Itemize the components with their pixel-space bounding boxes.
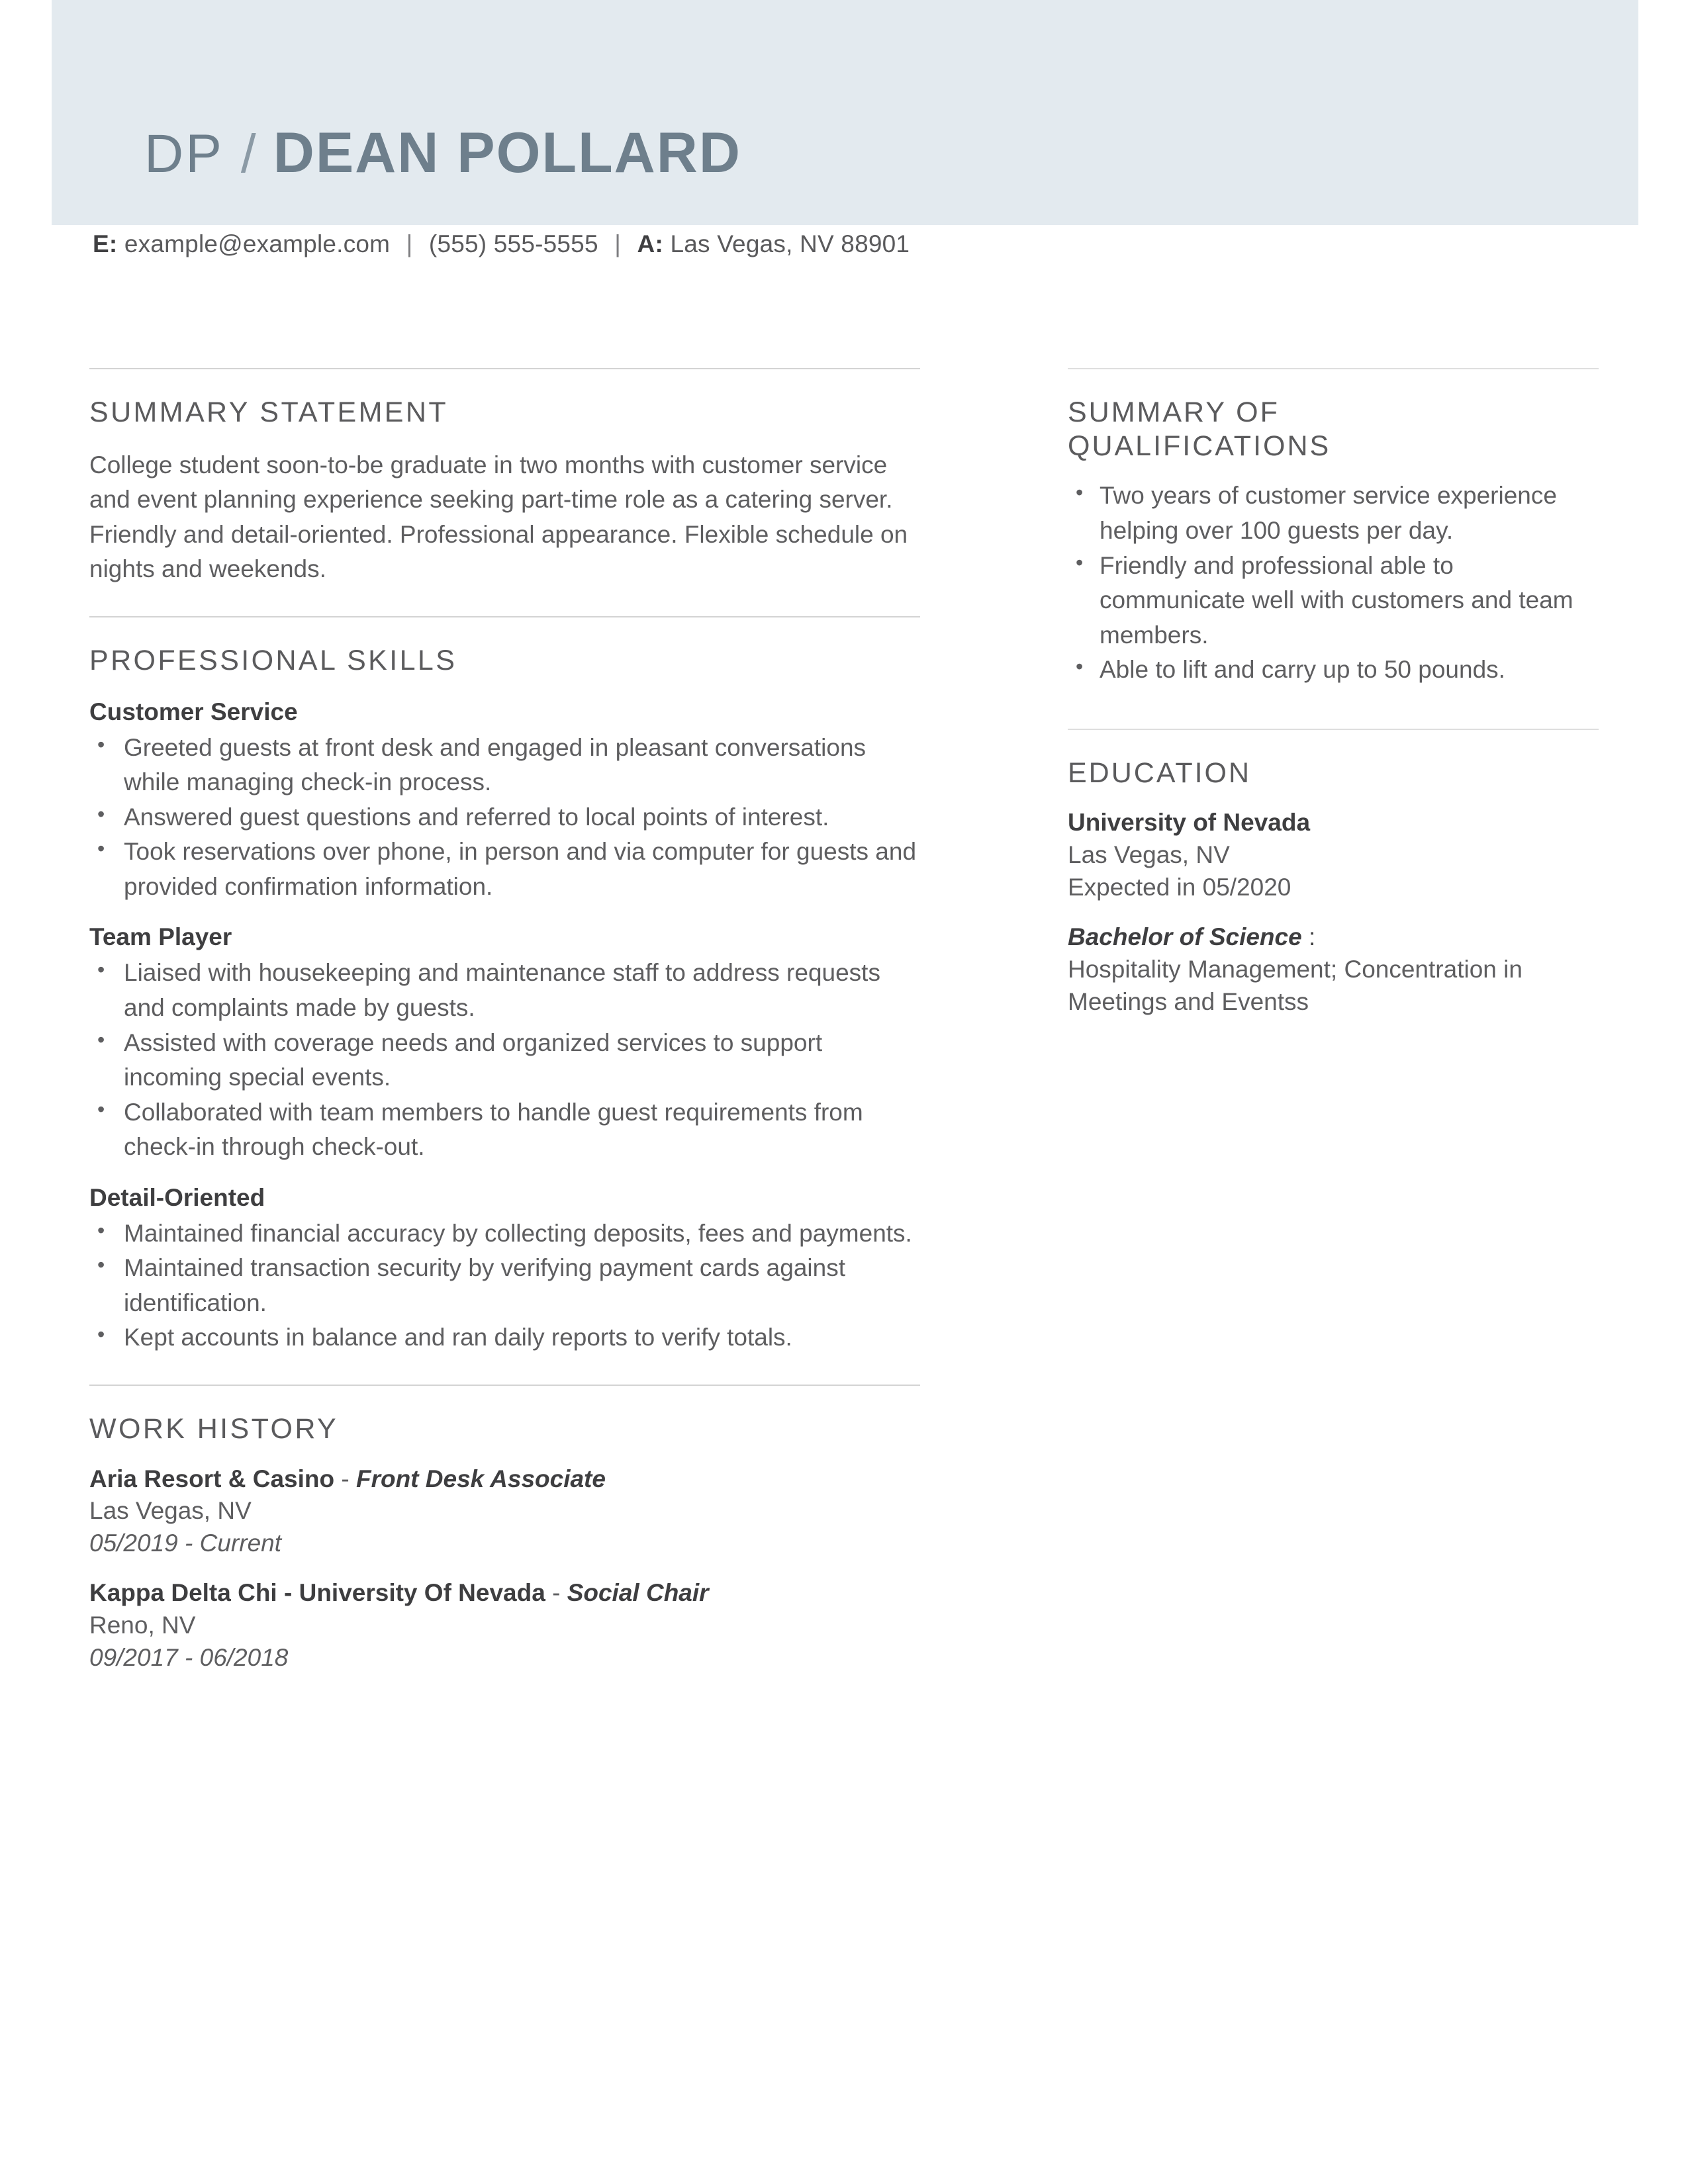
section-divider [89, 1384, 920, 1386]
list-item: Answered guest questions and referred to… [89, 799, 920, 835]
work-entry-title-line: Aria Resort & Casino - Front Desk Associ… [89, 1463, 920, 1496]
work-entry-role: Front Desk Associate [355, 1465, 606, 1492]
email-value[interactable]: example@example.com [124, 230, 390, 257]
section-summary-statement: SUMMARY STATEMENT College student soon-t… [89, 368, 920, 587]
education-entry: University of Nevada Las Vegas, NV Expec… [1068, 807, 1599, 1018]
education-expected-date: Expected in 05/2020 [1068, 874, 1291, 901]
contact-separator-1: | [406, 230, 413, 257]
list-item: Greeted guests at front desk and engaged… [89, 730, 920, 800]
address-value: Las Vegas, NV 88901 [670, 230, 910, 257]
work-entry-dash: - [545, 1579, 567, 1607]
section-heading-work-history: WORK HISTORY [89, 1412, 339, 1445]
list-item: Maintained financial accuracy by collect… [89, 1216, 920, 1251]
list-item: Collaborated with team members to handle… [89, 1095, 920, 1165]
list-item: Able to lift and carry up to 50 pounds. [1068, 652, 1599, 688]
address-label: A: [637, 230, 663, 257]
list-item: Took reservations over phone, in person … [89, 834, 920, 904]
list-item: Friendly and professional able to commun… [1068, 548, 1599, 653]
page-title: DEAN POLLARD [273, 121, 741, 185]
list-item: Maintained transaction security by verif… [89, 1250, 920, 1320]
work-history-entry: Aria Resort & Casino - Front Desk Associ… [89, 1463, 920, 1560]
work-entry-dates: 05/2019 - Current [89, 1529, 282, 1557]
section-heading-education: EDUCATION [1068, 756, 1252, 789]
section-professional-skills: PROFESSIONAL SKILLS Customer Service Gre… [89, 615, 920, 1355]
work-entry-dash: - [334, 1465, 356, 1492]
section-heading-summary-of-qualifications: SUMMARY OF QUALIFICATIONS [1068, 396, 1599, 463]
work-entry-location: Reno, NV [89, 1611, 196, 1639]
section-heading-professional-skills: PROFESSIONAL SKILLS [89, 644, 457, 676]
section-heading-summary-statement: SUMMARY STATEMENT [89, 396, 448, 428]
list-item: Two years of customer service experience… [1068, 478, 1599, 548]
email-label: E: [93, 230, 118, 257]
contact-separator-2: | [614, 230, 622, 257]
work-entry-role: Social Chair [567, 1579, 709, 1607]
name-separator-slash: / [240, 124, 256, 184]
section-work-history: WORK HISTORY Aria Resort & Casino - Fron… [89, 1384, 920, 1674]
name-block: DP / DEAN POLLARD [144, 124, 741, 181]
left-column: SUMMARY STATEMENT College student soon-t… [89, 368, 920, 1674]
list-item: Kept accounts in balance and ran daily r… [89, 1320, 920, 1355]
section-divider [1068, 728, 1599, 730]
summary-statement-text: College student soon-to-be graduate in t… [89, 451, 908, 583]
education-school: University of Nevada [1068, 809, 1311, 837]
skill-group-bullet-list: Maintained financial accuracy by collect… [89, 1216, 920, 1355]
list-item: Liaised with housekeeping and maintenanc… [89, 955, 920, 1025]
section-summary-of-qualifications: SUMMARY OF QUALIFICATIONS Two years of c… [1068, 368, 1599, 688]
skill-group-subheading: Detail-Oriented [89, 1183, 265, 1211]
list-item: Assisted with coverage needs and organiz… [89, 1024, 920, 1095]
header-banner: DP / DEAN POLLARD [52, 0, 1638, 225]
initials-monogram: DP [144, 124, 224, 184]
work-entry-organization: Aria Resort & Casino [89, 1465, 335, 1492]
work-entry-dates: 09/2017 - 06/2018 [89, 1643, 289, 1671]
work-entry-title-line: Kappa Delta Chi - University Of Nevada -… [89, 1577, 920, 1610]
section-divider [89, 368, 920, 369]
section-divider [1068, 368, 1599, 369]
education-location: Las Vegas, NV [1068, 841, 1230, 869]
skill-group-subheading: Customer Service [89, 698, 298, 725]
qualifications-title-line-1: SUMMARY OF [1068, 396, 1280, 428]
resume-page: DP / DEAN POLLARD E: example@example.com… [0, 0, 1688, 2184]
skill-group-subheading: Team Player [89, 923, 232, 951]
work-history-entry: Kappa Delta Chi - University Of Nevada -… [89, 1577, 920, 1674]
contact-line: E: example@example.com | (555) 555-5555 … [93, 230, 910, 258]
section-divider [89, 615, 920, 617]
skill-group-bullet-list: Greeted guests at front desk and engaged… [89, 730, 920, 905]
qualifications-title-line-2: QUALIFICATIONS [1068, 430, 1331, 462]
education-degree-line: Bachelor of Science : [1068, 921, 1599, 954]
work-entry-organization: Kappa Delta Chi - University Of Nevada [89, 1579, 545, 1607]
right-column: SUMMARY OF QUALIFICATIONS Two years of c… [1068, 368, 1599, 1018]
education-major: Hospitality Management; Concentration in… [1068, 955, 1523, 1015]
phone-value[interactable]: (555) 555-5555 [429, 230, 598, 257]
education-degree-colon: : [1301, 923, 1316, 950]
qualifications-bullet-list: Two years of customer service experience… [1068, 478, 1599, 687]
work-entry-location: Las Vegas, NV [89, 1497, 252, 1525]
section-education: EDUCATION University of Nevada Las Vegas… [1068, 728, 1599, 1019]
skill-group-bullet-list: Liaised with housekeeping and maintenanc… [89, 955, 920, 1165]
education-degree: Bachelor of Science [1068, 923, 1302, 950]
